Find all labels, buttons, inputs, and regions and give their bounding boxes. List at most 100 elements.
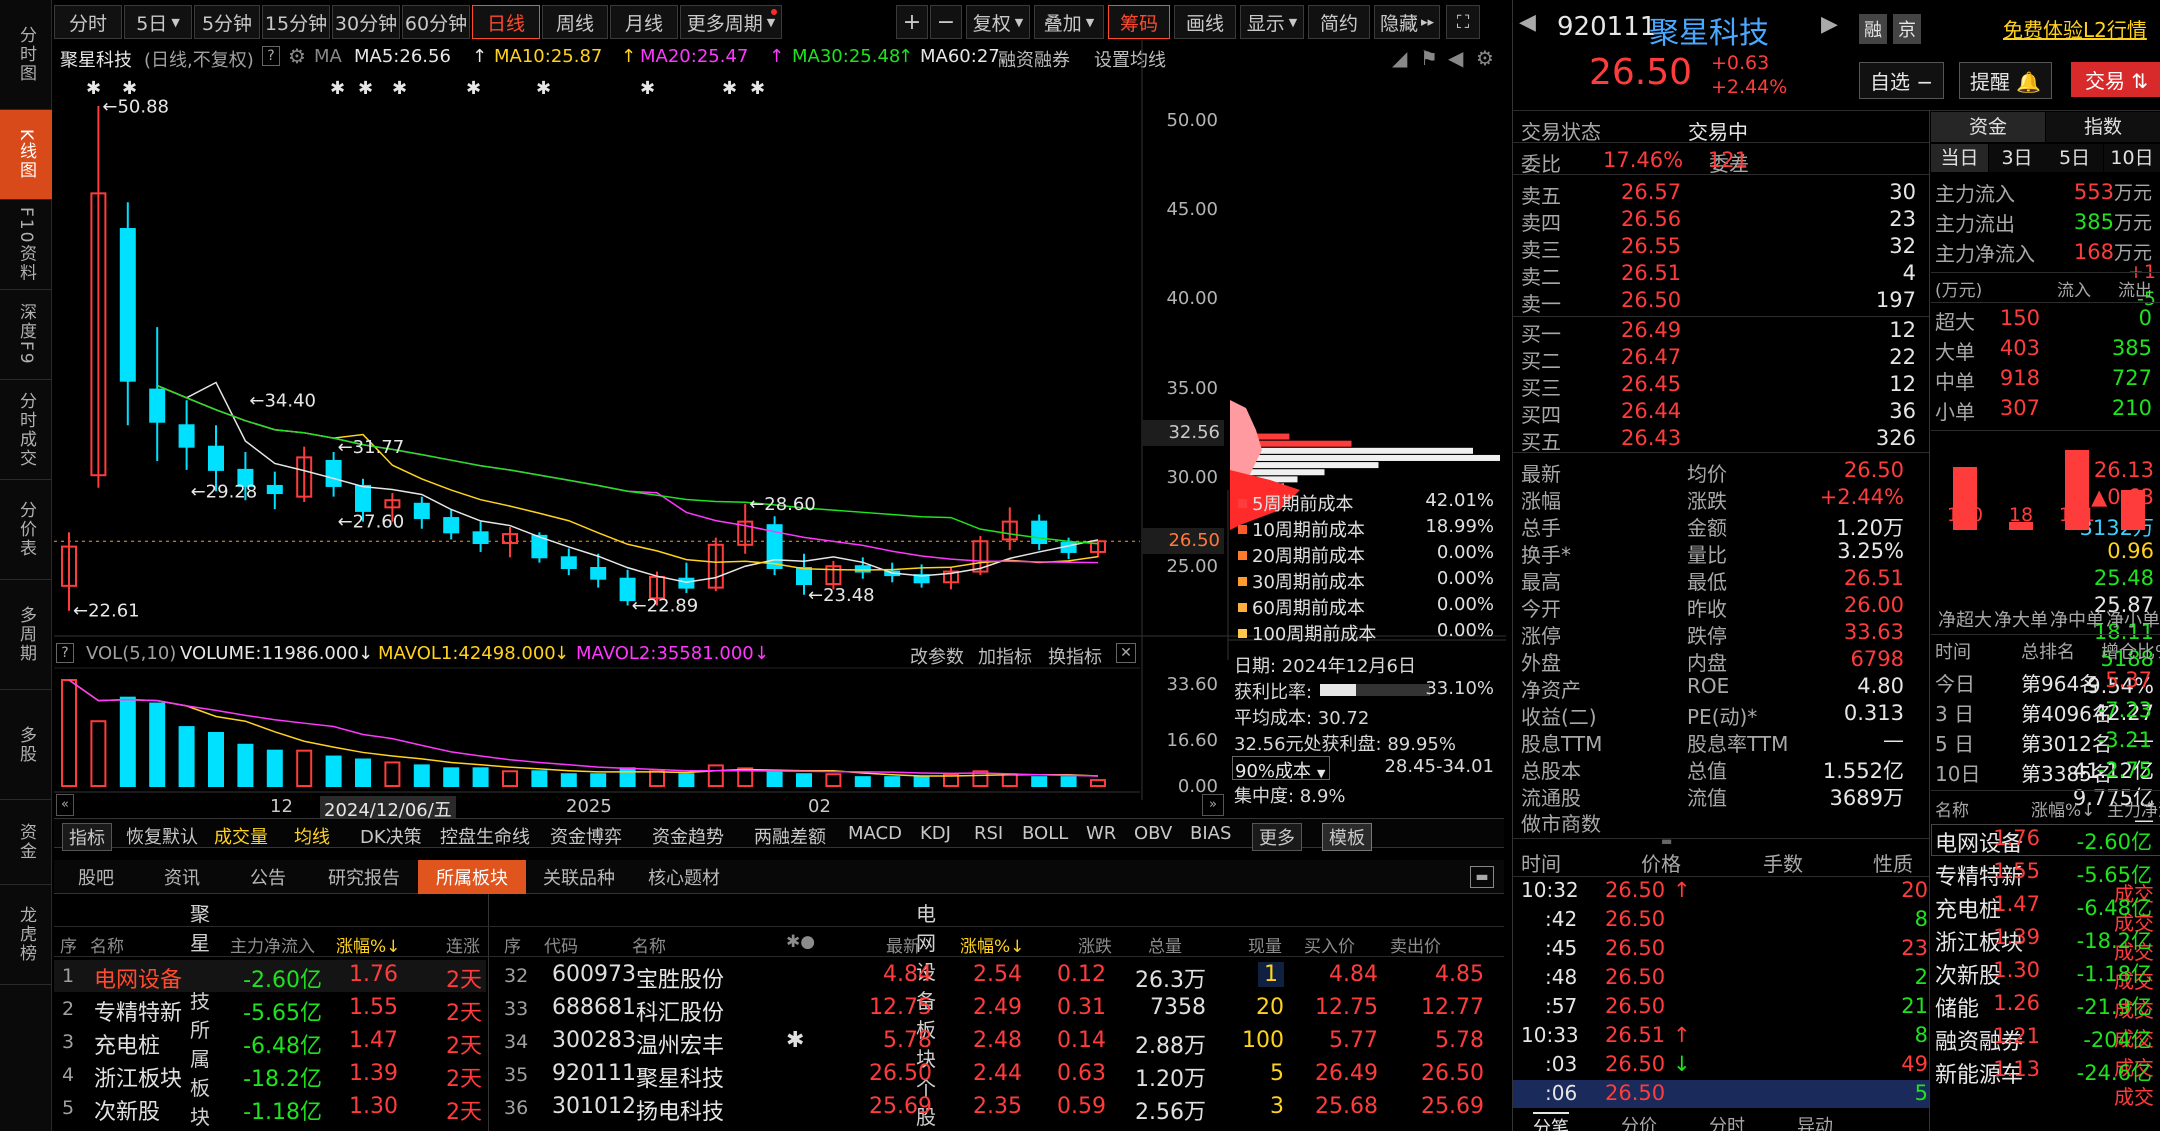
bottom-tab-2[interactable]: 公告 xyxy=(226,860,310,894)
bottom-tab-5[interactable]: 关联品种 xyxy=(528,860,630,894)
bid-price[interactable]: 26.44 xyxy=(1621,399,1681,423)
tick-tab-3[interactable]: 异动 xyxy=(1797,1112,1833,1131)
bottom-tab-3[interactable]: 研究报告 xyxy=(312,860,416,894)
event-marker[interactable]: ✱ xyxy=(330,78,345,99)
right-table-row[interactable]: 35 920111 聚星科技 26.50 2.44 0.63 1.20万 5 26.49 26.5… xyxy=(490,1059,1502,1092)
indicator-14[interactable]: OBV xyxy=(1134,823,1172,844)
bid-price[interactable]: 26.43 xyxy=(1621,426,1681,450)
candle-5[interactable] xyxy=(208,445,224,471)
bottom-tab-0[interactable]: 股吧 xyxy=(54,860,138,894)
left-table-row[interactable]: 1 电网设备 -2.60亿 1.76 2天 xyxy=(54,960,486,993)
indicator-3[interactable]: 均线 xyxy=(294,823,330,849)
tick-tab-2[interactable]: 分时 xyxy=(1709,1112,1745,1131)
indicator-6[interactable]: 资金博弈 xyxy=(550,823,622,849)
indicator-11[interactable]: RSI xyxy=(974,823,1003,844)
scroll-left-icon[interactable]: « xyxy=(56,794,74,816)
event-marker[interactable]: ✱ xyxy=(750,78,765,99)
right-table-row[interactable]: 36 301012 扬电科技 25.69 2.35 0.59 2.56万 3 25.68 25.6… xyxy=(490,1092,1502,1125)
ask-price[interactable]: 26.50 xyxy=(1621,288,1681,312)
ask-price[interactable]: 26.56 xyxy=(1621,207,1681,231)
candle-27[interactable] xyxy=(854,565,871,573)
event-marker[interactable]: ✱ xyxy=(358,78,373,99)
candle-4[interactable] xyxy=(178,424,195,448)
sector-name[interactable]: 储能 xyxy=(1935,991,1979,1023)
bid-price[interactable]: 26.49 xyxy=(1621,318,1681,342)
left-table-row[interactable]: 3 充电桩 -6.48亿 1.47 2天 xyxy=(54,1026,486,1059)
right-table-row[interactable]: 33 688681 科汇股份 12.75 2.49 0.31 7358 20 12.75 12.7… xyxy=(490,993,1502,1026)
indicator-15[interactable]: BIAS xyxy=(1190,823,1231,844)
l2-trial-link[interactable]: 免费体验L2行情 xyxy=(2003,14,2147,43)
event-marker[interactable]: ✱ xyxy=(122,78,137,99)
indicator-8[interactable]: 两融差额 xyxy=(754,823,826,849)
indicator-16[interactable]: 更多 xyxy=(1252,823,1302,851)
indicator-12[interactable]: BOLL xyxy=(1022,823,1068,844)
bottom-tab-1[interactable]: 资讯 xyxy=(140,860,224,894)
candle-17[interactable] xyxy=(560,556,577,570)
chart-gear-icon[interactable]: ⚙ xyxy=(1476,46,1494,70)
fund-period-2[interactable]: 5日 xyxy=(2046,144,2103,172)
left-table-row[interactable]: 2 专精特新 -5.65亿 1.55 2天 xyxy=(54,993,486,1026)
next-stock-icon[interactable]: ▶ xyxy=(1821,12,1838,37)
draw-icon[interactable]: ◢ xyxy=(1392,46,1407,70)
close-icon[interactable]: ✕ xyxy=(1116,643,1136,663)
splitter-handle[interactable]: ▬ xyxy=(1661,834,1672,848)
event-marker[interactable]: ✱ xyxy=(722,78,737,99)
left-table-row[interactable]: 4 浙江板块 -18.2亿 1.39 2天 xyxy=(54,1059,486,1092)
event-marker[interactable]: ✱ xyxy=(86,78,101,99)
trade-button[interactable]: 交易 ⇅ xyxy=(2071,62,2160,97)
candle-9[interactable] xyxy=(325,459,342,487)
indicator-10[interactable]: KDJ xyxy=(920,823,951,844)
indicator-17[interactable]: 模板 xyxy=(1322,823,1372,851)
ask-price[interactable]: 26.55 xyxy=(1621,234,1681,258)
indicator-4[interactable]: DK决策 xyxy=(360,823,422,849)
cost-percent-select[interactable]: 90%成本 ▼ xyxy=(1232,756,1330,782)
fund-period-0[interactable]: 当日 xyxy=(1931,144,1988,172)
indicator-7[interactable]: 资金趋势 xyxy=(652,823,724,849)
fund-tab-1[interactable]: 指数 xyxy=(2046,112,2160,142)
right-header-8[interactable]: 现量 xyxy=(1248,932,1282,957)
sector-name[interactable]: 充电桩 xyxy=(1935,892,2001,924)
candle-10[interactable] xyxy=(355,484,371,512)
event-marker[interactable]: ✱ xyxy=(536,78,551,99)
left-table-row[interactable]: 5 次新股 -1.18亿 1.30 2天 xyxy=(54,1092,486,1125)
fund-tab-0[interactable]: 资金 xyxy=(1931,112,2045,142)
prev-stock-icon[interactable]: ◀ xyxy=(1519,10,1536,35)
ask-price[interactable]: 26.57 xyxy=(1621,180,1681,204)
watchlist-button[interactable]: 自选 − xyxy=(1859,62,1945,99)
candle-33[interactable] xyxy=(1031,520,1048,545)
indicator-0[interactable]: 指标 xyxy=(62,823,112,851)
fund-period-1[interactable]: 3日 xyxy=(1988,144,2046,172)
right-header-9[interactable]: 买入价 xyxy=(1304,932,1355,957)
indicator-1[interactable]: 恢复默认 xyxy=(126,823,198,849)
candle-12[interactable] xyxy=(413,502,430,520)
left-header-1[interactable]: 名称 xyxy=(90,932,124,957)
candle-13[interactable] xyxy=(443,517,460,534)
flag-icon[interactable]: ⚑ xyxy=(1420,46,1438,70)
change-params-button[interactable]: 改参数 xyxy=(910,643,964,669)
ask-price[interactable]: 26.51 xyxy=(1621,261,1681,285)
left-header-2[interactable]: 主力净流入 xyxy=(230,932,315,957)
add-indicator-button[interactable]: 加指标 xyxy=(978,643,1032,669)
bid-price[interactable]: 26.45 xyxy=(1621,372,1681,396)
event-marker[interactable]: ✱ xyxy=(640,78,655,99)
tick-tab-0[interactable]: 分笔 xyxy=(1533,1112,1569,1131)
indicator-9[interactable]: MACD xyxy=(848,823,902,844)
candle-2[interactable] xyxy=(119,228,136,382)
vol-help-icon[interactable]: ? xyxy=(56,643,74,663)
right-header-2[interactable]: 名称 xyxy=(632,932,666,957)
sector-name[interactable]: 次新股 xyxy=(1935,958,2001,990)
fund-period-3[interactable]: 10日 xyxy=(2103,144,2160,172)
candle-14[interactable] xyxy=(472,531,489,545)
event-marker[interactable]: ✱ xyxy=(392,78,407,99)
right-header-6[interactable]: 涨跌 xyxy=(1078,932,1112,957)
bid-price[interactable]: 26.47 xyxy=(1621,345,1681,369)
nav-item-9[interactable]: 龙虎榜 xyxy=(0,885,52,985)
bottom-tab-6[interactable]: 核心题材 xyxy=(632,860,736,894)
tick-tab-1[interactable]: 分价 xyxy=(1621,1112,1657,1131)
right-header-1[interactable]: 代码 xyxy=(544,932,578,957)
candle-21[interactable] xyxy=(678,577,695,589)
indicator-13[interactable]: WR xyxy=(1086,823,1116,844)
indicator-2[interactable]: 成交量 xyxy=(214,823,268,849)
right-table-row[interactable]: 34 300283 温州宏丰 ✱ 5.78 2.48 0.14 2.88万 100 5.77 5.7… xyxy=(490,1026,1502,1059)
left-header-4[interactable]: 连涨 xyxy=(446,932,480,957)
